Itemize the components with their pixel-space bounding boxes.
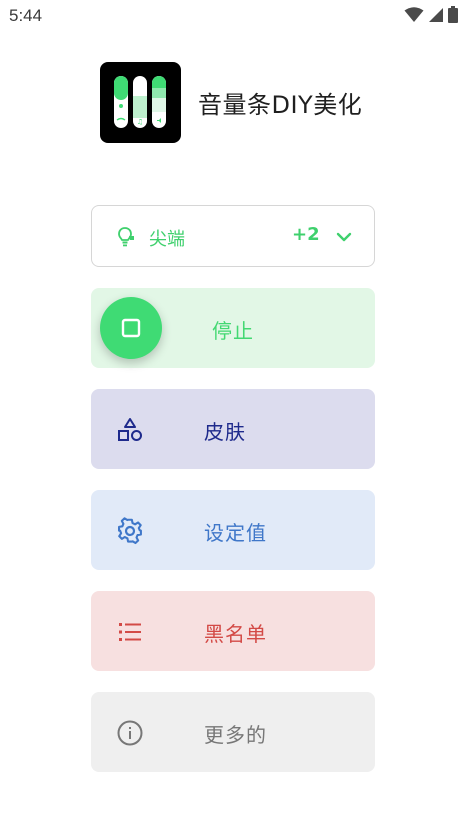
app-logo: ♫ (100, 62, 181, 143)
status-time: 5:44 (9, 6, 43, 25)
settings-label: 设定值 (204, 521, 267, 545)
svg-text:♫: ♫ (137, 118, 143, 126)
status-bar: 5:44 (0, 0, 466, 32)
more-label: 更多的 (204, 723, 267, 747)
stop-button[interactable] (100, 297, 162, 359)
info-icon (116, 719, 144, 747)
stop-label: 停止 (212, 319, 254, 343)
volume-sliders-logo-icon: ♫ (114, 76, 166, 128)
wifi-icon (404, 6, 424, 22)
more-button[interactable]: 更多的 (91, 692, 375, 772)
signal-icon (429, 7, 443, 22)
blacklist-label: 黑名单 (204, 622, 267, 646)
shapes-icon (116, 416, 144, 444)
app-title: 音量条DIY美化 (198, 91, 363, 119)
stop-card[interactable]: 停止 (91, 288, 375, 368)
status-icons (404, 6, 458, 23)
skin-label: 皮肤 (204, 420, 246, 444)
stop-square-icon (121, 318, 141, 338)
list-icon (116, 618, 144, 646)
battery-icon (448, 6, 458, 23)
app-header: ♫ 音量条DIY美化 (100, 62, 362, 143)
lightbulb-icon (116, 226, 136, 252)
gear-icon (116, 517, 144, 545)
blacklist-button[interactable]: 黑名单 (91, 591, 375, 671)
mode-label: 尖端 (149, 229, 185, 250)
mode-dropdown[interactable]: 尖端 +2 (91, 205, 375, 267)
chevron-down-icon (336, 228, 352, 247)
mode-extra-count: +2 (292, 224, 320, 245)
settings-button[interactable]: 设定值 (91, 490, 375, 570)
skin-button[interactable]: 皮肤 (91, 389, 375, 469)
